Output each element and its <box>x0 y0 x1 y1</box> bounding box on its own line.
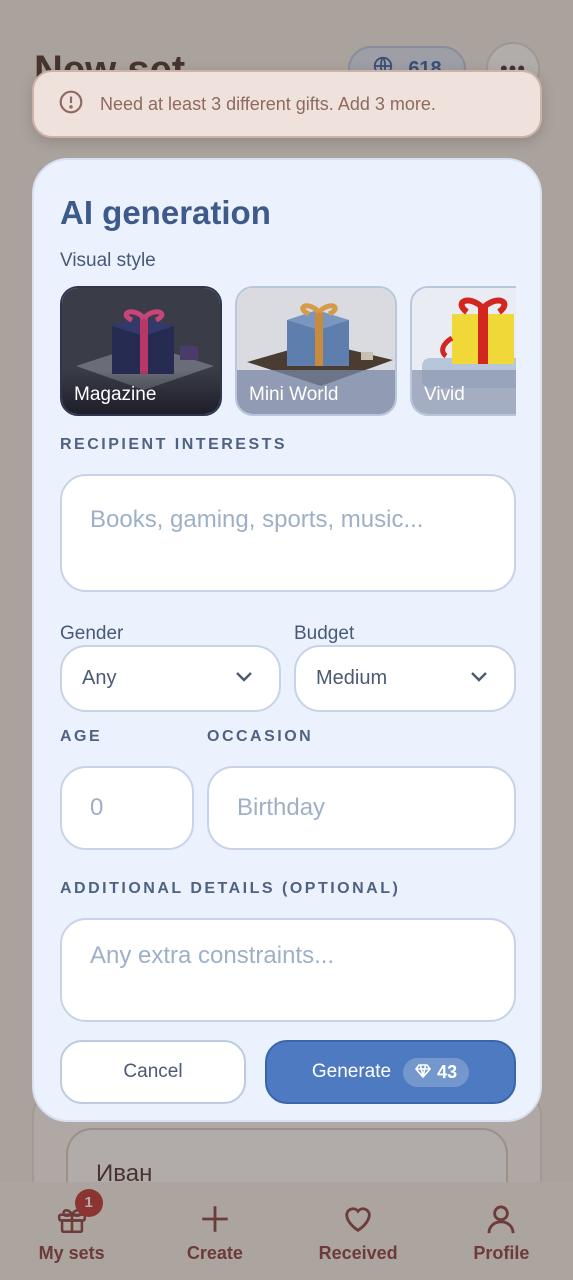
budget-select[interactable]: Medium <box>294 645 516 712</box>
details-label: ADDITIONAL DETAILS (OPTIONAL) <box>60 880 401 897</box>
visual-style-label: Visual style <box>60 250 156 271</box>
style-card-vivid[interactable]: Vivid <box>410 286 516 416</box>
interests-placeholder: Books, gaming, sports, music... <box>90 506 424 533</box>
cancel-label: Cancel <box>123 1061 183 1082</box>
style-card-mini-world[interactable]: Mini World <box>235 286 397 416</box>
style-card-magazine[interactable]: Magazine <box>60 286 222 416</box>
toast-message: Need at least 3 different gifts. Add 3 m… <box>100 93 436 114</box>
ai-generation-dialog: AI generation Visual style Magazine Mini… <box>32 158 542 1122</box>
budget-value: Medium <box>316 667 388 689</box>
gender-label: Gender <box>60 623 124 644</box>
cost-pill: 43 <box>403 1057 470 1087</box>
budget-label: Budget <box>294 623 355 644</box>
details-input[interactable]: Any extra constraints... <box>60 918 516 1022</box>
chevron-down-icon <box>470 670 488 688</box>
age-label: AGE <box>60 728 103 745</box>
gender-select[interactable]: Any <box>60 645 281 712</box>
age-placeholder: 0 <box>90 794 104 821</box>
style-label: Mini World <box>249 384 339 405</box>
occasion-input[interactable]: Birthday <box>207 766 516 850</box>
dialog-title: AI generation <box>60 194 271 231</box>
info-circle-icon <box>58 89 84 120</box>
occasion-placeholder: Birthday <box>237 794 326 821</box>
details-placeholder: Any extra constraints... <box>90 942 335 969</box>
occasion-label: OCCASION <box>207 728 314 745</box>
interests-input[interactable]: Books, gaming, sports, music... <box>60 474 516 592</box>
style-label: Vivid <box>424 384 465 405</box>
gender-value: Any <box>82 667 117 689</box>
chevron-down-icon <box>235 670 253 688</box>
style-carousel[interactable]: Magazine Mini World Vivid <box>60 286 516 416</box>
style-label: Magazine <box>74 384 157 405</box>
interests-label: RECIPIENT INTERESTS <box>60 436 288 453</box>
cost-value: 43 <box>437 1061 458 1082</box>
cancel-button[interactable]: Cancel <box>60 1040 246 1104</box>
age-input[interactable]: 0 <box>60 766 194 850</box>
warning-toast: Need at least 3 different gifts. Add 3 m… <box>32 70 542 138</box>
diamond-icon <box>415 1062 432 1083</box>
generate-button[interactable]: Generate 43 <box>265 1040 516 1104</box>
generate-label: Generate <box>311 1061 392 1082</box>
